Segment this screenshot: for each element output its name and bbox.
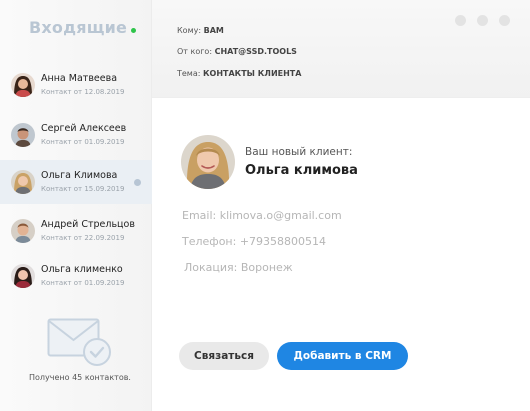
window-control-dot[interactable]	[455, 15, 466, 26]
contact-name: Ольга Климова	[41, 170, 118, 181]
client-avatar	[181, 135, 235, 189]
contact-date: Контакт от 01.09.2019	[41, 279, 125, 287]
mail-window: Входящие Анна Матвеева Контакт от 12.08.…	[0, 0, 530, 411]
contact-name: Анна Матвеева	[41, 73, 118, 84]
contact-item[interactable]: Андрей Стрельцов Контакт от 22.09.2019	[0, 209, 152, 253]
client-location: Локация: Воронеж	[184, 261, 293, 274]
received-count-text: Получено 45 контактов.	[29, 373, 131, 382]
contact-date: Контакт от 12.08.2019	[41, 88, 125, 96]
contact-date: Контакт от 15.09.2019	[41, 185, 125, 193]
contact-item[interactable]: Сергей Алексеев Контакт от 01.09.2019	[0, 113, 152, 157]
contact-name: Ольга клименко	[41, 264, 123, 275]
contact-item-active[interactable]: Ольга Климова Контакт от 15.09.2019	[0, 160, 152, 204]
add-to-crm-button[interactable]: Добавить в CRM	[277, 342, 408, 370]
subject-label: Тема:	[177, 69, 201, 78]
avatar	[11, 73, 35, 97]
envelope-check-icon	[47, 318, 113, 370]
client-name: Ольга климова	[245, 163, 358, 178]
from-label: От кого:	[177, 47, 213, 56]
avatar	[11, 123, 35, 147]
from-value: CHAT@SSD.TOOLS	[214, 47, 297, 56]
contact-name: Сергей Алексеев	[41, 123, 127, 134]
to-value: ВАМ	[203, 26, 224, 35]
inbox-title: Входящие	[29, 18, 128, 37]
window-control-dot[interactable]	[477, 15, 488, 26]
from-row: От кого: CHAT@SSD.TOOLS	[177, 47, 297, 56]
contact-date: Контакт от 22.09.2019	[41, 234, 125, 242]
window-control-dot[interactable]	[499, 15, 510, 26]
client-email: Email: klimova.o@gmail.com	[182, 209, 342, 222]
to-row: Кому: ВАМ	[177, 26, 224, 35]
online-status-dot	[131, 28, 136, 33]
inbox-sidebar: Входящие Анна Матвеева Контакт от 12.08.…	[0, 0, 152, 411]
subject-row: Тема: КОНТАКТЫ КЛИЕНТА	[177, 69, 301, 78]
avatar	[11, 264, 35, 288]
contact-date: Контакт от 01.09.2019	[41, 138, 125, 146]
client-phone: Телефон: +79358800514	[182, 235, 327, 248]
to-label: Кому:	[177, 26, 202, 35]
contact-button[interactable]: Связаться	[179, 342, 269, 370]
contact-item[interactable]: Анна Матвеева Контакт от 12.08.2019	[0, 63, 152, 107]
contact-item[interactable]: Ольга клименко Контакт от 01.09.2019	[0, 254, 152, 298]
selected-indicator-dot	[134, 179, 141, 186]
new-client-label: Ваш новый клиент:	[245, 146, 353, 158]
avatar	[11, 219, 35, 243]
message-header: Кому: ВАМ От кого: CHAT@SSD.TOOLS Тема: …	[152, 0, 530, 98]
avatar	[11, 170, 35, 194]
contact-name: Андрей Стрельцов	[41, 219, 135, 230]
subject-value: КОНТАКТЫ КЛИЕНТА	[203, 69, 302, 78]
